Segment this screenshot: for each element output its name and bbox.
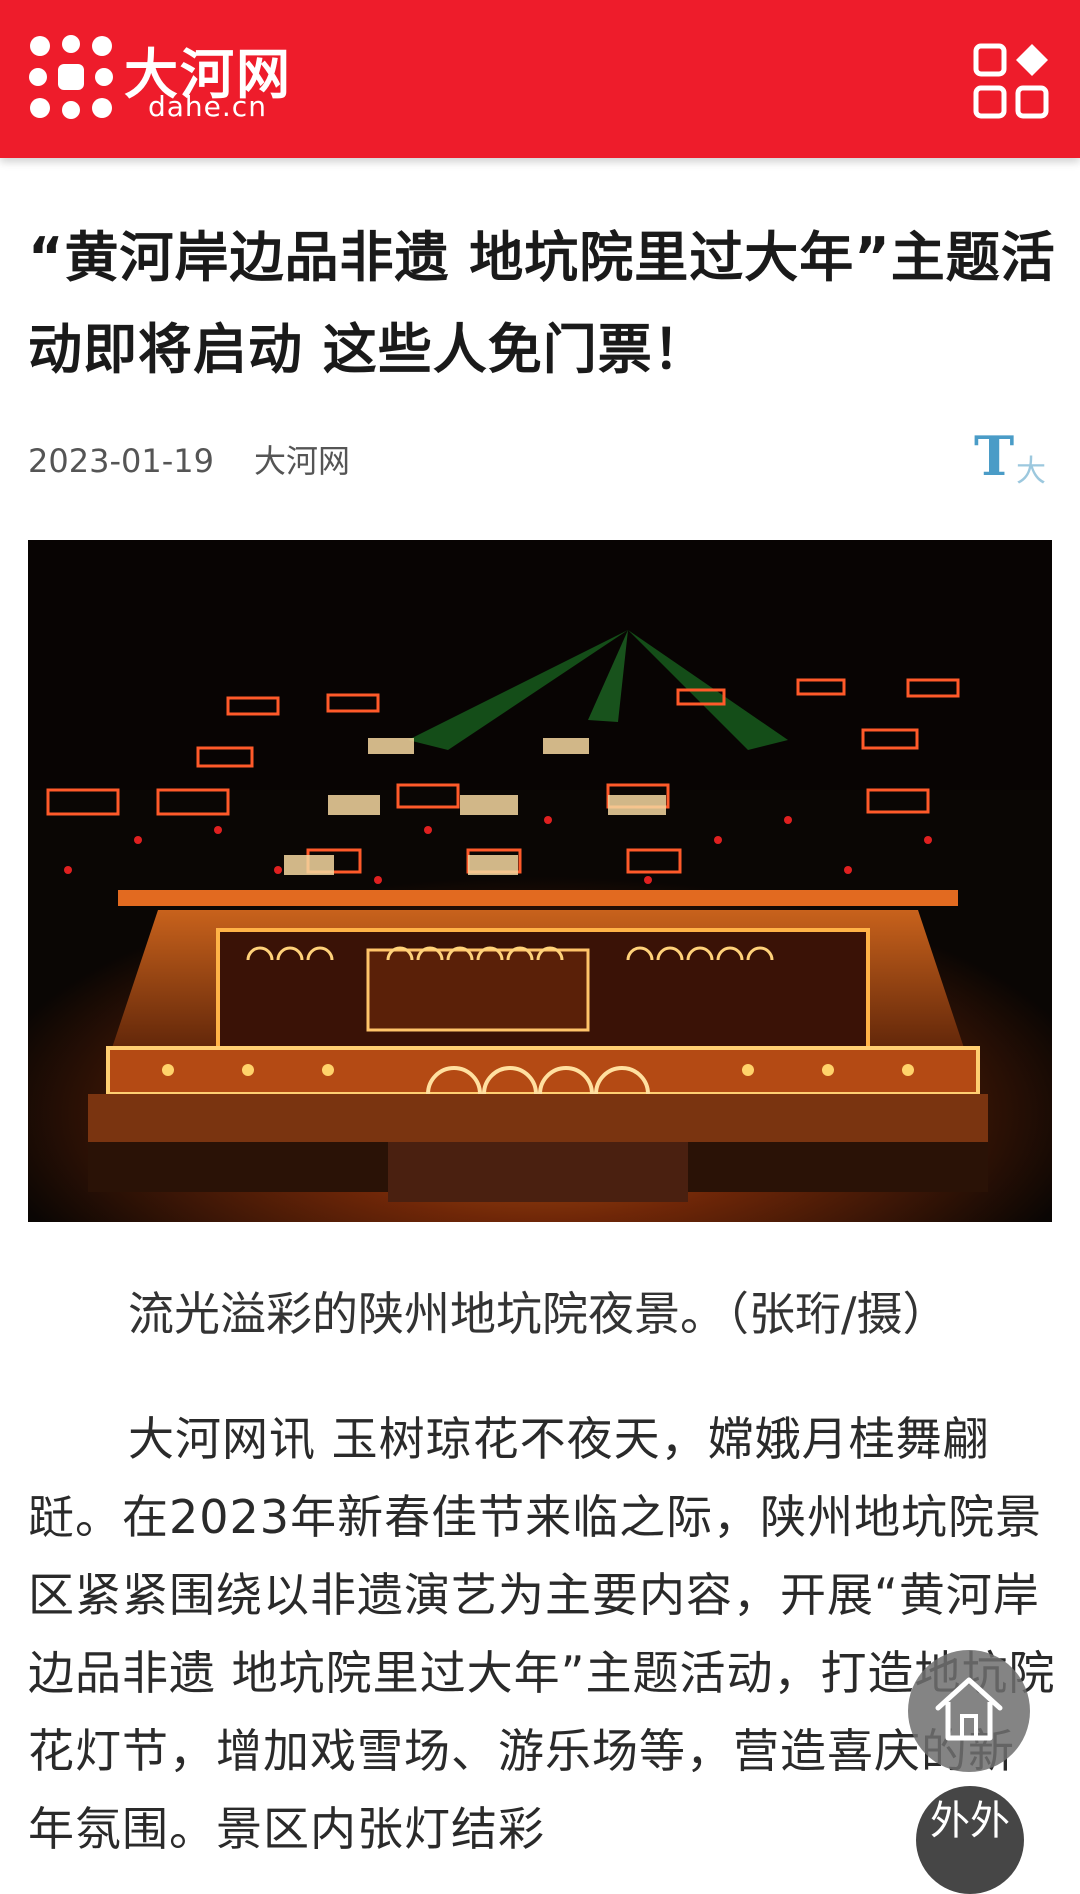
menu-button[interactable] [972,42,1052,122]
share-button[interactable]: 外外 [916,1786,1024,1894]
font-size-icon: T [974,424,1015,488]
font-size-label: 大 [1016,454,1046,489]
site-logo[interactable]: 大河网 dahe.cn [28,34,328,124]
article-date: 2023-01-19 [28,442,214,480]
home-button[interactable] [908,1650,1030,1772]
night-scene-image [28,540,1052,1222]
article-source: 大河网 [253,442,350,480]
article-body: 大河网讯 玉树琼花不夜天，嫦娥月桂舞翩跹。在2023年新春佳节来临之际，陕州地坑… [28,1412,1056,1856]
article-photo [28,540,1052,1222]
apps-grid-icon [973,43,1049,119]
logo-text-en: dahe.cn [148,90,267,123]
site-header: 大河网 dahe.cn [0,0,1080,158]
font-size-toggle[interactable]: T 大 [974,424,1058,489]
article-meta: 2023-01-19 大河网 [28,436,350,482]
article-title: “黄河岸边品非遗 地坑院里过大年”主题活动即将启动 这些人免门票！ [28,226,1056,381]
logo-dots-icon [29,35,113,119]
home-icon [935,1677,1003,1741]
photo-caption: 流光溢彩的陕州地坑院夜景。（张珩/摄） [128,1287,949,1341]
